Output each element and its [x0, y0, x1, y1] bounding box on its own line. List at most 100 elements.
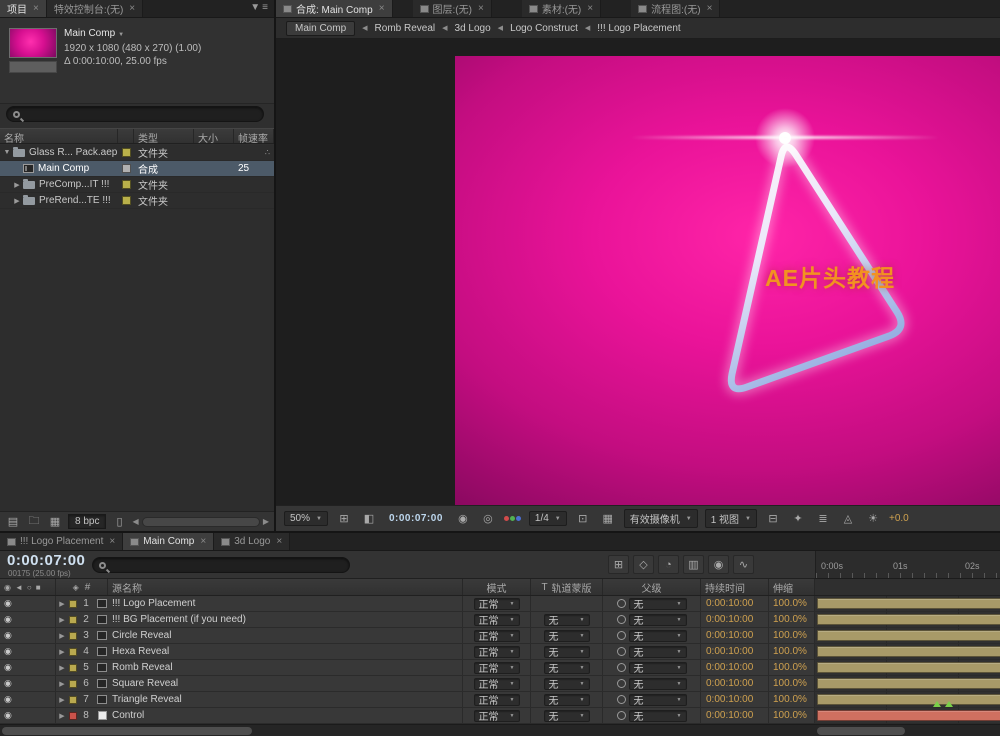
- layer-trkmat-dropdown[interactable]: 无▼: [544, 694, 590, 706]
- layer-visibility-toggle[interactable]: ◉: [4, 678, 12, 689]
- layer-label-chip[interactable]: [69, 712, 77, 720]
- keyframe-marker[interactable]: [945, 701, 953, 707]
- layer-label-chip[interactable]: [69, 632, 77, 640]
- layer-trkmat-dropdown[interactable]: 无▼: [544, 678, 590, 690]
- layer-duration-bar[interactable]: [817, 710, 1000, 721]
- layer-track[interactable]: [815, 708, 1000, 723]
- pixel-aspect-icon[interactable]: ⊟: [764, 511, 782, 527]
- expand-arrow-icon[interactable]: ▼: [2, 149, 12, 156]
- layer-row[interactable]: ◉▶3Circle Reveal正常▼无▼无▼0:00:10:00100.0%: [0, 628, 1000, 644]
- flowchart-button-icon[interactable]: ◬: [839, 511, 857, 527]
- scroll-left-icon[interactable]: ◀: [132, 517, 138, 526]
- shy-layers-icon[interactable]: ◔: [658, 555, 679, 574]
- timeline-button-icon[interactable]: ≣: [814, 511, 832, 527]
- column-duration[interactable]: 持续时间: [701, 579, 769, 595]
- close-tab-icon[interactable]: ×: [109, 536, 115, 547]
- layer-trkmat-dropdown[interactable]: 无▼: [544, 646, 590, 658]
- comp-name[interactable]: Main Comp▼: [64, 27, 201, 42]
- layer-parent-dropdown[interactable]: 无▼: [629, 662, 687, 674]
- layer-parent-dropdown[interactable]: 无▼: [629, 710, 687, 722]
- layer-expand-arrow[interactable]: ▶: [56, 612, 68, 627]
- pickwhip-icon[interactable]: [617, 647, 626, 656]
- viewer-tab[interactable]: 素材:(无)×: [522, 0, 601, 17]
- layer-mode-dropdown[interactable]: 正常▼: [474, 694, 520, 706]
- layer-stretch[interactable]: 100.0%: [769, 708, 815, 723]
- layer-parent-dropdown[interactable]: 无▼: [629, 630, 687, 642]
- layer-trkmat-dropdown[interactable]: 无▼: [544, 614, 590, 626]
- layer-mode-dropdown[interactable]: 正常▼: [474, 662, 520, 674]
- viewer-tab[interactable]: 合成: Main Comp×: [276, 0, 393, 17]
- layer-row[interactable]: ◉▶6Square Reveal正常▼无▼无▼0:00:10:00100.0%: [0, 676, 1000, 692]
- new-composition-icon[interactable]: ▦: [47, 515, 63, 529]
- layer-duration[interactable]: 0:00:10:00: [701, 612, 769, 627]
- project-search-input[interactable]: [6, 106, 264, 122]
- project-row[interactable]: Main Comp合成25: [0, 161, 274, 177]
- layer-source-name[interactable]: Control: [110, 708, 463, 723]
- mask-visibility-icon[interactable]: ◧: [360, 511, 378, 527]
- scroll-right-icon[interactable]: ▶: [263, 517, 269, 526]
- layer-parent-dropdown[interactable]: 无▼: [629, 678, 687, 690]
- layer-label-chip[interactable]: [69, 680, 77, 688]
- layer-expand-arrow[interactable]: ▶: [56, 596, 68, 611]
- pickwhip-icon[interactable]: [617, 679, 626, 688]
- timeline-tab[interactable]: 3d Logo×: [214, 533, 290, 550]
- layer-visibility-toggle[interactable]: ◉: [4, 662, 12, 673]
- close-tab-icon[interactable]: ×: [379, 3, 385, 14]
- layer-track[interactable]: [815, 644, 1000, 659]
- layer-visibility-toggle[interactable]: ◉: [4, 614, 12, 625]
- exposure-value[interactable]: +0.0: [889, 513, 909, 524]
- viewer-tab[interactable]: 流程图:(无)×: [631, 0, 720, 17]
- expand-arrow-icon[interactable]: ▶: [12, 197, 22, 205]
- layer-stretch[interactable]: 100.0%: [769, 676, 815, 691]
- close-tab-icon[interactable]: ×: [276, 536, 282, 547]
- column-name[interactable]: 名称: [0, 129, 118, 143]
- layer-parent-dropdown[interactable]: 无▼: [629, 694, 687, 706]
- layer-expand-arrow[interactable]: ▶: [56, 644, 68, 659]
- label-chip[interactable]: [122, 180, 131, 189]
- layer-row[interactable]: ◉▶2!!! BG Placement (if you need)正常▼无▼无▼…: [0, 612, 1000, 628]
- layer-source-name[interactable]: Hexa Reveal: [110, 644, 463, 659]
- panel-menu-icon[interactable]: ▼≡: [250, 2, 270, 13]
- draft-3d-icon[interactable]: ◇: [633, 555, 654, 574]
- layer-expand-arrow[interactable]: ▶: [56, 660, 68, 675]
- layer-duration[interactable]: 0:00:10:00: [701, 596, 769, 611]
- layer-label-chip[interactable]: [69, 600, 77, 608]
- layer-stretch[interactable]: 100.0%: [769, 660, 815, 675]
- pickwhip-icon[interactable]: [617, 695, 626, 704]
- layer-visibility-toggle[interactable]: ◉: [4, 694, 12, 705]
- layer-duration-bar[interactable]: [817, 646, 1000, 657]
- frame-blend-icon[interactable]: ▥: [683, 555, 704, 574]
- breadcrumb-item[interactable]: Main Comp: [286, 21, 355, 36]
- motion-blur-icon[interactable]: ◉: [708, 555, 729, 574]
- column-stretch[interactable]: 伸缩: [769, 579, 815, 595]
- layer-duration-bar[interactable]: [817, 694, 1000, 705]
- pickwhip-icon[interactable]: [617, 663, 626, 672]
- label-chip[interactable]: [122, 196, 131, 205]
- transparency-grid-icon[interactable]: ▦: [599, 511, 617, 527]
- layer-stretch[interactable]: 100.0%: [769, 692, 815, 707]
- layer-visibility-toggle[interactable]: ◉: [4, 630, 12, 641]
- layer-parent-dropdown[interactable]: 无▼: [629, 646, 687, 658]
- layer-trkmat-dropdown[interactable]: 无▼: [544, 662, 590, 674]
- column-source-name[interactable]: 源名称: [108, 579, 463, 595]
- layer-visibility-toggle[interactable]: ◉: [4, 710, 12, 721]
- layer-visibility-toggle[interactable]: ◉: [4, 598, 12, 609]
- time-ruler[interactable]: 0:00s01s02s: [815, 551, 1000, 579]
- region-of-interest-icon[interactable]: ⊡: [574, 511, 592, 527]
- layer-duration[interactable]: 0:00:10:00: [701, 692, 769, 707]
- composition-canvas[interactable]: AE片头教程: [455, 56, 1000, 505]
- project-row[interactable]: ▼Glass R... Pack.aep文件夹∴: [0, 145, 274, 161]
- layer-row[interactable]: ◉▶4Hexa Reveal正常▼无▼无▼0:00:10:00100.0%: [0, 644, 1000, 660]
- timeline-tab[interactable]: Main Comp×: [123, 533, 214, 550]
- layer-mode-dropdown[interactable]: 正常▼: [474, 646, 520, 658]
- column-label[interactable]: [118, 129, 134, 143]
- fast-preview-icon[interactable]: ✦: [789, 511, 807, 527]
- column-number[interactable]: #: [85, 582, 91, 593]
- layer-mode-dropdown[interactable]: 正常▼: [474, 614, 520, 626]
- layer-source-name[interactable]: Circle Reveal: [110, 628, 463, 643]
- breadcrumb-item[interactable]: Romb Reveal: [375, 23, 436, 34]
- show-channels-icon[interactable]: [504, 511, 522, 527]
- resolution-dropdown[interactable]: 1/4▼: [529, 511, 567, 526]
- close-tab-icon[interactable]: ×: [587, 3, 593, 14]
- timeline-zoom-thumb[interactable]: [817, 727, 905, 735]
